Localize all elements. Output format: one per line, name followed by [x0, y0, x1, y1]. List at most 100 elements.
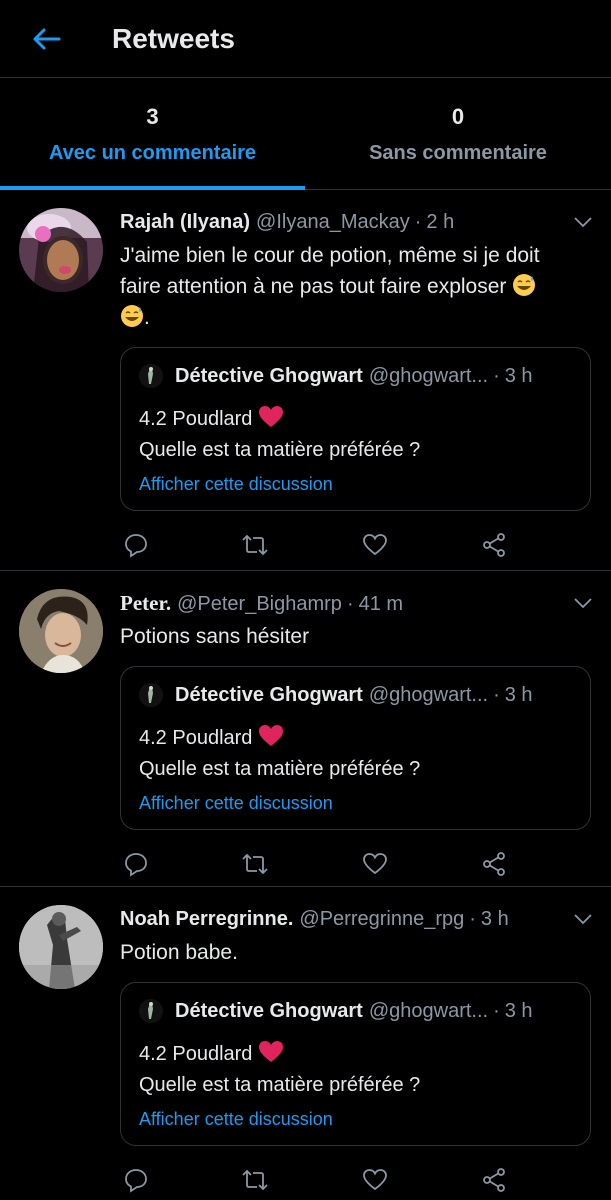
- share-icon: [483, 533, 505, 557]
- back-button[interactable]: [24, 17, 68, 61]
- reply-button[interactable]: [122, 850, 150, 878]
- user-photo-icon: [19, 905, 103, 989]
- like-button[interactable]: [361, 1166, 389, 1194]
- top-bar: Retweets: [0, 0, 611, 78]
- tab-without-comment[interactable]: 0 Sans commentaire: [305, 78, 611, 189]
- heart-icon: [258, 725, 283, 746]
- quoted-tweet-header: Détective Ghogwart @ghogwart... · 3 h: [139, 681, 572, 709]
- user-handle[interactable]: @Perregrinne_rpg: [299, 905, 464, 933]
- figure-icon: [139, 683, 163, 707]
- quoted-avatar: [139, 683, 163, 707]
- arrow-left-icon: [33, 28, 61, 49]
- tweet-text-part: J'aime bien le cour de potion, même si j…: [120, 244, 540, 298]
- quoted-tweet-header: Détective Ghogwart @ghogwart... · 3 h: [139, 997, 572, 1025]
- separator-dot: ·: [493, 999, 500, 1022]
- more-options-button[interactable]: [571, 591, 595, 615]
- user-handle[interactable]: @Peter_Bighamrp: [177, 590, 342, 617]
- share-button[interactable]: [480, 850, 508, 878]
- share-icon: [483, 852, 505, 876]
- tweet-actions: [118, 531, 514, 559]
- quoted-text: 4.2 Poudlard: [139, 727, 253, 749]
- separator-dot: ·: [469, 908, 476, 930]
- timestamp[interactable]: 41 m: [359, 590, 403, 617]
- quoted-avatar: [139, 364, 163, 388]
- tweet[interactable]: Peter. @Peter_Bighamrp · 41 m Potions sa…: [0, 571, 611, 887]
- reply-icon: [125, 534, 147, 558]
- show-thread-link[interactable]: Afficher cette discussion: [139, 791, 572, 815]
- like-button[interactable]: [361, 531, 389, 559]
- share-button[interactable]: [480, 531, 508, 559]
- tab-with-comment[interactable]: 3 Avec un commentaire: [0, 78, 305, 189]
- quoted-timestamp: 3 h: [504, 999, 533, 1022]
- quoted-tweet[interactable]: Détective Ghogwart @ghogwart... · 3 h 4.…: [120, 666, 591, 830]
- heart-outline-icon: [362, 853, 387, 875]
- tab-label: Avec un commentaire: [48, 142, 257, 164]
- avatar[interactable]: [19, 905, 103, 989]
- figure-icon: [139, 999, 163, 1023]
- tweet-header: Rajah (Ilyana) @Ilyana_Mackay · 2 h: [120, 208, 591, 236]
- retweet-icon: [242, 853, 268, 875]
- retweet-button[interactable]: [241, 531, 269, 559]
- timestamp[interactable]: 2 h: [426, 208, 454, 236]
- retweet-icon: [242, 534, 268, 556]
- tab-label: Sans commentaire: [369, 142, 547, 164]
- like-button[interactable]: [361, 850, 389, 878]
- chevron-down-icon: [574, 598, 592, 609]
- tweet-actions: [118, 850, 514, 878]
- heart-icon: [258, 406, 283, 427]
- tweet-text: Potions sans hésiter: [120, 625, 310, 648]
- quoted-display-name: Détective Ghogwart: [175, 683, 363, 706]
- heart-icon: [258, 1041, 283, 1062]
- retweet-button[interactable]: [241, 850, 269, 878]
- figure-icon: [139, 364, 163, 388]
- quoted-tweet-header: Détective Ghogwart @ghogwart... · 3 h: [139, 362, 572, 390]
- quoted-avatar: [139, 999, 163, 1023]
- show-thread-link[interactable]: Afficher cette discussion: [139, 472, 572, 496]
- show-thread-link[interactable]: Afficher cette discussion: [139, 1107, 572, 1131]
- tweet-text: Potion babe.: [120, 941, 238, 964]
- tab-bar: 3 Avec un commentaire 0 Sans commentaire: [0, 78, 611, 190]
- more-options-button[interactable]: [571, 210, 595, 234]
- chevron-down-icon: [574, 914, 592, 925]
- share-button[interactable]: [480, 1166, 508, 1194]
- tweet-actions: [118, 1166, 514, 1194]
- retweet-icon: [242, 1169, 268, 1191]
- timestamp[interactable]: 3 h: [481, 905, 509, 933]
- reply-button[interactable]: [122, 531, 150, 559]
- tab-count: 0: [451, 104, 465, 129]
- display-name[interactable]: Rajah (Ilyana): [120, 208, 250, 236]
- quoted-display-name: Détective Ghogwart: [175, 364, 363, 387]
- avatar[interactable]: [19, 589, 103, 673]
- user-handle[interactable]: @Ilyana_Mackay: [256, 208, 410, 236]
- heart-outline-icon: [362, 1169, 387, 1191]
- quoted-tweet[interactable]: Détective Ghogwart @ghogwart... · 3 h 4.…: [120, 982, 591, 1146]
- quoted-user-handle: @ghogwart...: [368, 999, 489, 1022]
- separator-dot: ·: [493, 683, 500, 706]
- chevron-down-icon: [574, 217, 592, 228]
- retweet-button[interactable]: [241, 1166, 269, 1194]
- quoted-tweet[interactable]: Détective Ghogwart @ghogwart... · 3 h 4.…: [120, 347, 591, 511]
- tweet[interactable]: Rajah (Ilyana) @Ilyana_Mackay · 2 h J'ai…: [0, 190, 611, 571]
- quoted-timestamp: 3 h: [504, 683, 533, 706]
- tweet-text: J'aime bien le cour de potion, même si j…: [120, 240, 591, 333]
- display-name[interactable]: Peter.: [120, 589, 171, 617]
- avatar[interactable]: [19, 208, 103, 292]
- separator-dot: ·: [414, 211, 422, 233]
- reply-icon: [125, 1169, 147, 1193]
- quoted-text-line: 4.2 Poudlard: [139, 1039, 572, 1070]
- share-icon: [483, 1168, 505, 1192]
- quoted-user-handle: @ghogwart...: [368, 683, 489, 706]
- page-title: Retweets: [112, 22, 235, 54]
- user-photo-icon: [19, 589, 103, 673]
- quoted-user-handle: @ghogwart...: [368, 364, 489, 387]
- quoted-text-line: 4.2 Poudlard: [139, 723, 572, 754]
- reply-button[interactable]: [122, 1166, 150, 1194]
- quoted-text-line: Quelle est ta matière préférée ?: [139, 758, 421, 780]
- user-photo-icon: [19, 208, 103, 292]
- retweets-screen: Retweets 3 Avec un commentaire 0 Sans co…: [0, 0, 611, 1200]
- separator-dot: ·: [346, 593, 354, 615]
- display-name[interactable]: Noah Perregrinne.: [120, 905, 293, 933]
- tweet-text-part: .: [144, 306, 150, 329]
- more-options-button[interactable]: [571, 907, 595, 931]
- tweet[interactable]: Noah Perregrinne. @Perregrinne_rpg · 3 h…: [0, 887, 611, 1200]
